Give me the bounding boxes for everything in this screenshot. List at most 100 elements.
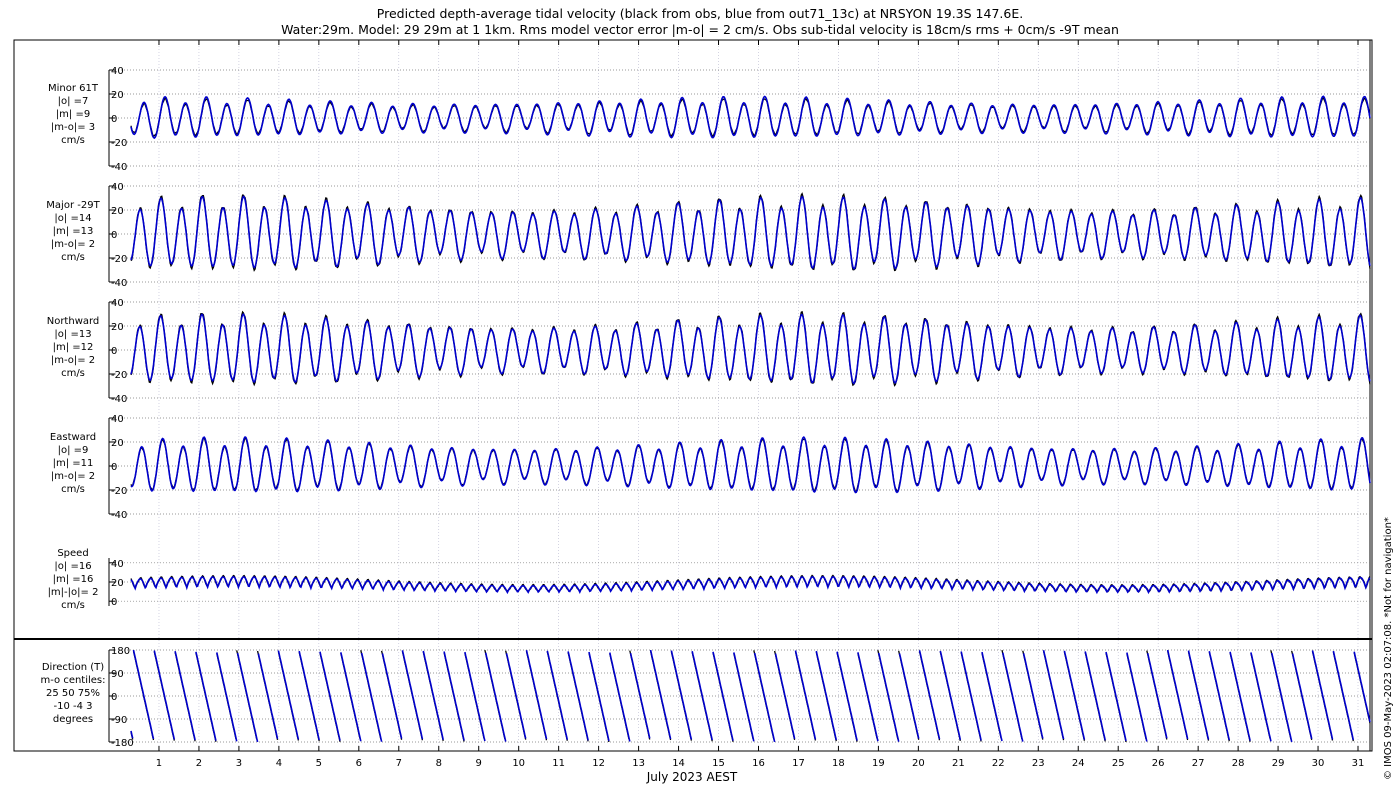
series-line-model bbox=[609, 652, 631, 742]
panel-label: |m-o|= 2 bbox=[51, 471, 95, 482]
panel-minor: 40 20 0 -20 -40 Minor 61T |o| =7 |m| =9 |m-o|= 3… bbox=[48, 66, 1371, 173]
series-line-model bbox=[1353, 651, 1371, 723]
panel-label: cm/s bbox=[61, 252, 85, 263]
y-tick-label: 20 bbox=[111, 578, 124, 589]
series-line-model bbox=[1126, 652, 1148, 742]
day-grid bbox=[158, 40, 1359, 751]
x-tick-label: 16 bbox=[752, 758, 765, 769]
series-line-model bbox=[649, 650, 672, 740]
series-line-model bbox=[1042, 650, 1065, 740]
copyright-notice: © IMOS 09-May-2023 02:07:08. *Not for na… bbox=[1383, 517, 1394, 780]
panel-label: |m-o|= 2 bbox=[51, 239, 95, 250]
x-tick-label: 6 bbox=[356, 758, 362, 769]
x-tick-label: 28 bbox=[1232, 758, 1245, 769]
y-tick-label: 0 bbox=[111, 692, 117, 703]
panel-label: 25 50 75% bbox=[46, 688, 100, 699]
x-tick-label: 30 bbox=[1312, 758, 1325, 769]
panel-label: |o| =9 bbox=[58, 445, 89, 456]
x-tick-label: 13 bbox=[632, 758, 645, 769]
series-line-model bbox=[898, 653, 920, 739]
x-tick-label: 11 bbox=[552, 758, 565, 769]
x-tick-label: 25 bbox=[1112, 758, 1125, 769]
series-line-model bbox=[815, 650, 838, 741]
panel-label: m-o centiles: bbox=[40, 675, 105, 686]
series-line-model bbox=[130, 312, 1371, 385]
panel-label: |m| =11 bbox=[53, 458, 94, 469]
series-line-model bbox=[877, 652, 900, 742]
x-tick-label: 31 bbox=[1352, 758, 1365, 769]
series-line-model bbox=[130, 195, 1371, 270]
x-tick-label: 21 bbox=[952, 758, 965, 769]
series-line-model bbox=[1166, 650, 1189, 740]
panel-label: Eastward bbox=[50, 432, 96, 443]
series-line-model bbox=[588, 651, 610, 742]
x-tick-label: 7 bbox=[396, 758, 402, 769]
panel-label: cm/s bbox=[61, 600, 85, 611]
series-line-model bbox=[1063, 650, 1086, 740]
panel-north: 40 20 0 -20 -40 Northward |o| =13 |m| =12 |m-o|=… bbox=[47, 298, 1371, 405]
y-tick-label: 0 bbox=[111, 346, 117, 357]
x-tick-label: 3 bbox=[236, 758, 242, 769]
x-tick-label: 18 bbox=[832, 758, 845, 769]
panel-label: cm/s bbox=[61, 484, 85, 495]
x-tick-label: 14 bbox=[672, 758, 685, 769]
series-line-model bbox=[1002, 652, 1024, 742]
panel-label: |m| =9 bbox=[56, 109, 90, 120]
series-line-model bbox=[1187, 650, 1210, 740]
x-tick-label: 12 bbox=[592, 758, 605, 769]
x-tick-label: 27 bbox=[1192, 758, 1205, 769]
panel-label: cm/s bbox=[61, 368, 85, 379]
y-tick-label: 20 bbox=[111, 438, 124, 449]
x-tick-label: 23 bbox=[1032, 758, 1045, 769]
series-line-model bbox=[130, 576, 1371, 595]
series-line-model bbox=[464, 651, 486, 742]
series-line-model bbox=[939, 650, 962, 740]
series-line-model bbox=[216, 652, 238, 742]
panel-label: |o| =16 bbox=[54, 561, 91, 572]
tidal-velocity-figure: 40200-20-40Minor 61T|o| =7|m| =9|m-o|= 3… bbox=[13, 39, 1373, 784]
panel-label: |o| =7 bbox=[58, 96, 89, 107]
x-tick-label: 1 bbox=[156, 758, 162, 769]
x-tick-label: 26 bbox=[1152, 758, 1165, 769]
series-line-model bbox=[505, 653, 527, 739]
x-tick-label: 10 bbox=[512, 758, 525, 769]
x-tick-label: 17 bbox=[792, 758, 805, 769]
series-line-model bbox=[836, 651, 858, 741]
series-line-model bbox=[484, 652, 507, 742]
series-line-model bbox=[546, 650, 569, 740]
y-tick-label: 40 bbox=[111, 66, 124, 77]
panel-label: |m|-|o|= 2 bbox=[48, 587, 99, 598]
y-tick-label: -40 bbox=[111, 394, 127, 405]
panel-direction: 180 90 0 -90 -180 Direction (T) m-o centiles: 2… bbox=[40, 646, 1371, 749]
x-tick-label: 9 bbox=[476, 758, 482, 769]
series-line-model bbox=[1311, 650, 1334, 740]
x-tick-label: 29 bbox=[1272, 758, 1285, 769]
series-line-model bbox=[1229, 651, 1251, 741]
series-line-model bbox=[422, 650, 444, 740]
series-line-model bbox=[981, 651, 1003, 742]
x-tick-label: 19 bbox=[872, 758, 885, 769]
x-tick-label: 8 bbox=[436, 758, 442, 769]
y-tick-label: 0 bbox=[111, 230, 117, 241]
y-tick-label: 40 bbox=[111, 414, 124, 425]
y-tick-label: 40 bbox=[111, 182, 124, 193]
y-tick-label: 40 bbox=[111, 298, 124, 309]
panel-major: 40 20 0 -20 -40 Major -29T |o| =14 |m| =13 |m-o|… bbox=[46, 182, 1371, 289]
series-line-model bbox=[753, 652, 776, 742]
x-tick-label: 22 bbox=[992, 758, 1005, 769]
x-tick-label: 4 bbox=[276, 758, 282, 769]
y-tick-label: 40 bbox=[111, 559, 124, 570]
y-tick-label: -40 bbox=[111, 510, 127, 521]
x-axis: 1 2 3 4 5 6 7 8 9 10 11 12 13 14 15 16 17 18 19 20 21 22 23 24 2… bbox=[156, 40, 1365, 784]
y-tick-label: 180 bbox=[111, 646, 130, 657]
series-line-model bbox=[277, 650, 300, 740]
panel-label: degrees bbox=[53, 714, 93, 725]
series-line-model bbox=[153, 650, 176, 740]
series-line-model bbox=[1208, 651, 1231, 741]
y-tick-label: -20 bbox=[111, 254, 127, 265]
series-line-model bbox=[132, 650, 155, 740]
panel-label: cm/s bbox=[61, 135, 85, 146]
panel-label: Major -29T bbox=[46, 200, 100, 211]
series-line-model bbox=[670, 650, 693, 740]
panel-label: |m-o|= 3 bbox=[51, 122, 95, 133]
